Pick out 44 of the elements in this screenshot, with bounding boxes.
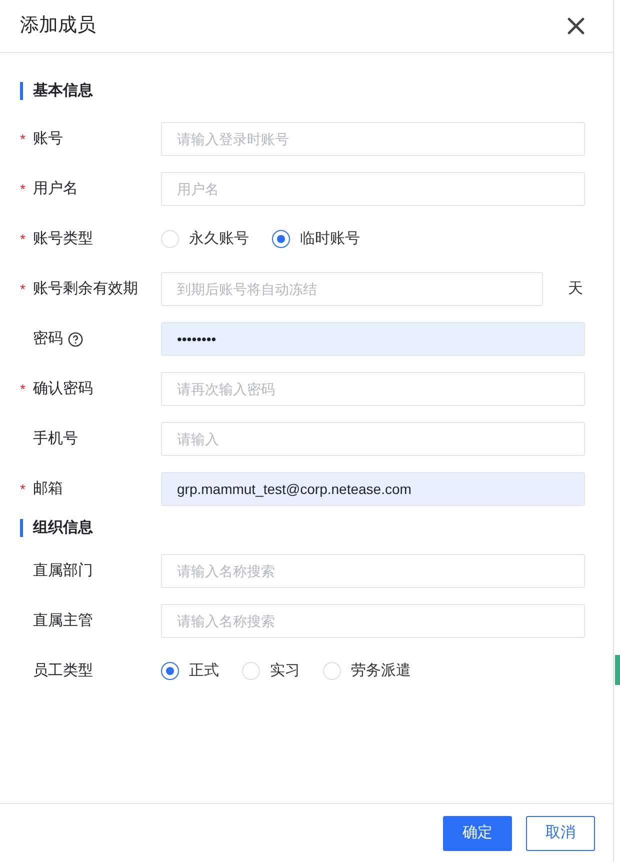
confirm-button[interactable]: 确定 xyxy=(443,816,512,850)
field-label: 手机号 xyxy=(33,428,78,449)
required-asterisk: * xyxy=(19,282,26,296)
required-asterisk: * xyxy=(19,182,26,196)
radio-option[interactable]: 永久账号 xyxy=(161,228,249,250)
input-field[interactable]: 请输入名称搜索 xyxy=(161,554,585,588)
field-label: 直属部门 xyxy=(33,560,93,581)
radio-option[interactable]: 正式 xyxy=(161,660,219,682)
input-field[interactable]: •••••••• xyxy=(161,322,585,356)
input-field[interactable]: grp.mammut_test@corp.netease.com xyxy=(161,472,585,506)
radio-button[interactable] xyxy=(161,662,179,680)
field-label: 直属主管 xyxy=(33,610,93,631)
section-title: 组织信息 xyxy=(33,518,93,538)
field-label: 密码 xyxy=(33,328,63,349)
field-label: 用户名 xyxy=(33,178,78,199)
field-label: 邮箱 xyxy=(33,478,63,499)
radio-button[interactable] xyxy=(272,230,290,248)
section-marker xyxy=(20,519,23,537)
required-asterisk: * xyxy=(19,382,26,396)
field-label: 账号剩余有效期 xyxy=(33,278,138,299)
input-field[interactable]: 用户名 xyxy=(161,172,585,206)
radio-option[interactable]: 劳务派遣 xyxy=(323,660,411,682)
unit-label: 天 xyxy=(568,278,583,299)
required-asterisk: * xyxy=(19,482,26,496)
dialog-title: 添加成员 xyxy=(20,14,96,38)
field-label: 确认密码 xyxy=(33,378,93,399)
scroll-marker xyxy=(615,655,620,685)
field-label: 账号 xyxy=(33,128,63,149)
close-icon[interactable] xyxy=(567,17,585,35)
field-label: 员工类型 xyxy=(33,660,93,681)
input-field[interactable]: 请输入名称搜索 xyxy=(161,604,585,638)
required-asterisk: * xyxy=(19,232,26,246)
section-marker xyxy=(20,82,23,100)
input-field[interactable]: 请输入 xyxy=(161,422,585,456)
input-field[interactable]: 到期后账号将自动冻结 xyxy=(161,272,543,306)
input-field[interactable]: 请再次输入密码 xyxy=(161,372,585,406)
radio-option[interactable]: 实习 xyxy=(242,660,300,682)
field-label: 账号类型 xyxy=(33,228,93,249)
section-title: 基本信息 xyxy=(33,80,93,101)
cancel-button[interactable]: 取消 xyxy=(526,816,595,850)
help-icon[interactable] xyxy=(68,332,83,346)
required-asterisk: * xyxy=(19,132,26,146)
input-field[interactable]: 请输入登录时账号 xyxy=(161,122,585,156)
radio-option[interactable]: 临时账号 xyxy=(272,228,360,250)
